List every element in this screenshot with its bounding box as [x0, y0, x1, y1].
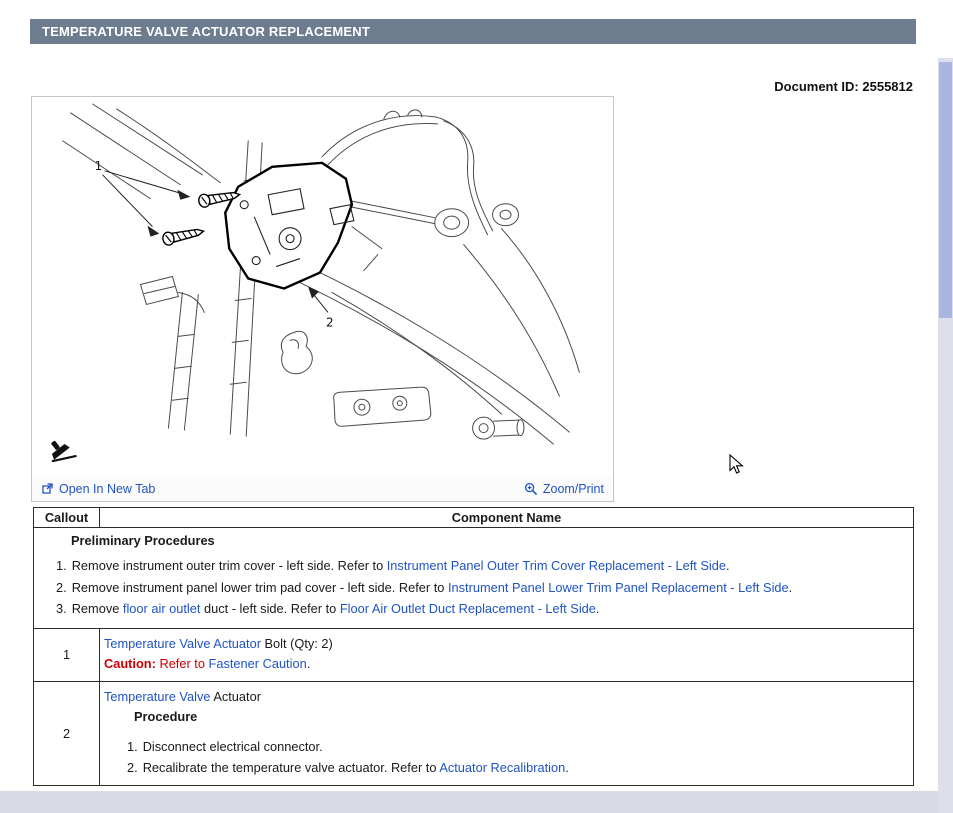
temperature-valve-link[interactable]: Temperature Valve — [104, 689, 210, 704]
magnifier-plus-icon[interactable] — [524, 482, 538, 496]
instrument-panel-outer-trim-cover-replacement-link[interactable]: Instrument Panel Outer Trim Cover Replac… — [387, 558, 726, 573]
component-name-line: Temperature Valve Actuator — [104, 687, 905, 707]
actuator-outline — [224, 161, 355, 290]
bottom-band — [0, 791, 938, 813]
preliminary-step: 1. Remove instrument outer trim cover - l… — [34, 555, 905, 577]
caution-text: Refer to — [155, 655, 209, 671]
page-title: TEMPERATURE VALVE ACTUATOR REPLACEMENT — [42, 24, 371, 39]
temperature-valve-actuator-link[interactable]: Temperature Valve Actuator — [104, 636, 261, 651]
step-text: . — [788, 579, 793, 595]
component-name-rest: Bolt (Qty: 2) — [260, 635, 333, 651]
step-text: Remove instrument panel lower trim pad c… — [71, 579, 448, 595]
instrument-panel-lower-trim-panel-replacement-link[interactable]: Instrument Panel Lower Trim Panel Replac… — [448, 580, 789, 595]
callout-column-header: Callout — [34, 508, 100, 527]
zoom-print-label[interactable]: Zoom/Print — [543, 482, 604, 496]
component-name-line: Temperature Valve Actuator Bolt (Qty: 2) — [104, 634, 905, 654]
step-text: Remove — [71, 601, 123, 616]
step-text: Remove instrument outer trim cover - lef… — [71, 558, 387, 573]
fastener-caution-link[interactable]: Fastener Caution — [209, 656, 307, 671]
figure-toolbar: Open In New Tab Zoom/Print — [32, 476, 613, 501]
preliminary-step: 3. Remove floor air outlet duct - left si… — [34, 598, 905, 620]
component-cell: Temperature Valve Actuator Procedure 1. D… — [100, 682, 913, 785]
step-number: 1. — [56, 558, 67, 573]
table-header-row: Callout Component Name — [34, 508, 913, 528]
caution-line: Caution: Refer to Fastener Caution. — [104, 654, 905, 674]
table-row-callout-1: 1 Temperature Valve Actuator Bolt (Qty: … — [34, 628, 913, 682]
step-number: 2. — [127, 759, 138, 775]
callout-2-label: 2 — [326, 315, 334, 329]
table-row-callout-2: 2 Temperature Valve Actuator Procedure 1… — [34, 681, 913, 785]
title-bar: TEMPERATURE VALVE ACTUATOR REPLACEMENT — [30, 19, 916, 44]
step-number: 3. — [56, 601, 67, 616]
step-text: Recalibrate the temperature valve actuat… — [142, 759, 440, 775]
component-name-column-header: Component Name — [451, 510, 562, 525]
component-name-rest: Actuator — [210, 688, 261, 704]
mouse-cursor — [729, 454, 744, 474]
preliminary-step: 2. Remove instrument panel lower trim pad… — [34, 577, 905, 599]
step-number: 2. — [56, 579, 67, 595]
procedure-steps: 1. Disconnect electrical connector. 2. Rec… — [104, 736, 905, 778]
preliminary-steps: 1. Remove instrument outer trim cover - l… — [34, 555, 905, 620]
page-root: TEMPERATURE VALVE ACTUATOR REPLACEMENT D… — [0, 0, 953, 813]
document-id: Document ID: 2555812 — [774, 79, 913, 94]
actuator-recalibration-link[interactable]: Actuator Recalibration — [439, 760, 565, 775]
scrollbar-track[interactable] — [938, 58, 953, 813]
line-art: 1 2 — [51, 103, 580, 463]
floor-air-outlet-link[interactable]: floor air outlet — [123, 601, 201, 616]
floor-air-outlet-duct-replacement-link[interactable]: Floor Air Outlet Duct Replacement - Left… — [340, 601, 596, 616]
component-cell: Temperature Valve Actuator Bolt (Qty: 2)… — [100, 629, 913, 681]
step-text: . — [595, 601, 600, 616]
callout-cell: 2 — [34, 681, 100, 785]
screw-icon-2 — [162, 228, 206, 246]
callout-1: 1 — [95, 159, 191, 237]
step-text: Disconnect electrical connector. — [142, 738, 323, 754]
technical-illustration: 1 2 — [32, 97, 613, 476]
callout-cell: 1 — [34, 628, 100, 681]
procedure-step: 1. Disconnect electrical connector. — [104, 736, 905, 757]
procedure-label: Procedure — [134, 708, 198, 724]
procedure-step: 2. Recalibrate the temperature valve actu… — [104, 757, 905, 778]
preliminary-procedures-title: Preliminary Procedures — [71, 533, 215, 548]
callout-1-label: 1 — [95, 159, 103, 173]
figure-panel: 1 2 Open In New Tab Zoom/Print — [31, 96, 614, 502]
caution-label: Caution: — [104, 655, 156, 671]
callout-table: Callout Component Name Preliminary Proce… — [33, 507, 914, 786]
open-in-new-tab-label[interactable]: Open In New Tab — [59, 482, 155, 496]
preliminary-procedures-row: Preliminary Procedures 1. Remove instrume… — [34, 528, 913, 629]
stamp-icon — [51, 440, 77, 463]
step-text: . — [565, 759, 569, 775]
scrollbar-thumb[interactable] — [939, 62, 952, 318]
step-text: duct - left side. Refer to — [200, 601, 340, 616]
step-text: . — [726, 558, 730, 573]
step-number: 1. — [127, 738, 138, 754]
caution-period: . — [306, 655, 311, 671]
zoom-print-link[interactable]: Zoom/Print — [524, 482, 604, 496]
open-in-new-tab-link[interactable]: Open In New Tab — [41, 482, 155, 496]
open-in-new-tab-icon[interactable] — [41, 482, 54, 495]
